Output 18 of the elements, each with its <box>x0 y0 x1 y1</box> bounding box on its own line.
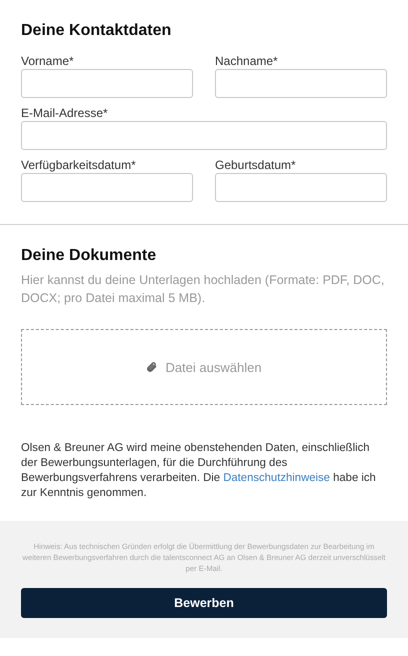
field-label: Vorname* <box>21 54 75 68</box>
field-label: Nachname* <box>215 54 279 68</box>
field-label: E-Mail-Adresse* <box>21 106 109 120</box>
input-field[interactable] <box>21 173 193 202</box>
privacy-link[interactable]: Datenschutzhinweise <box>223 472 330 484</box>
section-title: Deine Dokumente <box>21 247 158 265</box>
input-field[interactable] <box>21 121 387 150</box>
apply-button[interactable]: Bewerben <box>21 588 387 618</box>
section-title: Deine Kontaktdaten <box>21 22 172 40</box>
paperclip-icon <box>146 361 158 373</box>
upload-hint: Hier kannst du deine Unterlagen hochladen (Formate: PDF, DOC, DOCX; pro Datei maximal 5 MB). <box>21 272 386 307</box>
field-label: Verfügbarkeitsdatum* <box>21 158 137 172</box>
input-field[interactable] <box>21 69 193 98</box>
input-field[interactable] <box>215 173 387 202</box>
field-label: Geburtsdatum* <box>215 158 297 172</box>
consent-text: Olsen & Breuner AG wird meine obenstehenden Daten, einschließlich der Bewerbungsunterlagen, für die Durchführung des Bewerbungsverfahrens verarbeiten. Die Datenschutzhinweise habe ich zur Kenntnis genommen. <box>21 441 377 501</box>
input-field[interactable] <box>215 69 387 98</box>
file-upload-area[interactable]: Datei auswählen <box>21 329 387 405</box>
